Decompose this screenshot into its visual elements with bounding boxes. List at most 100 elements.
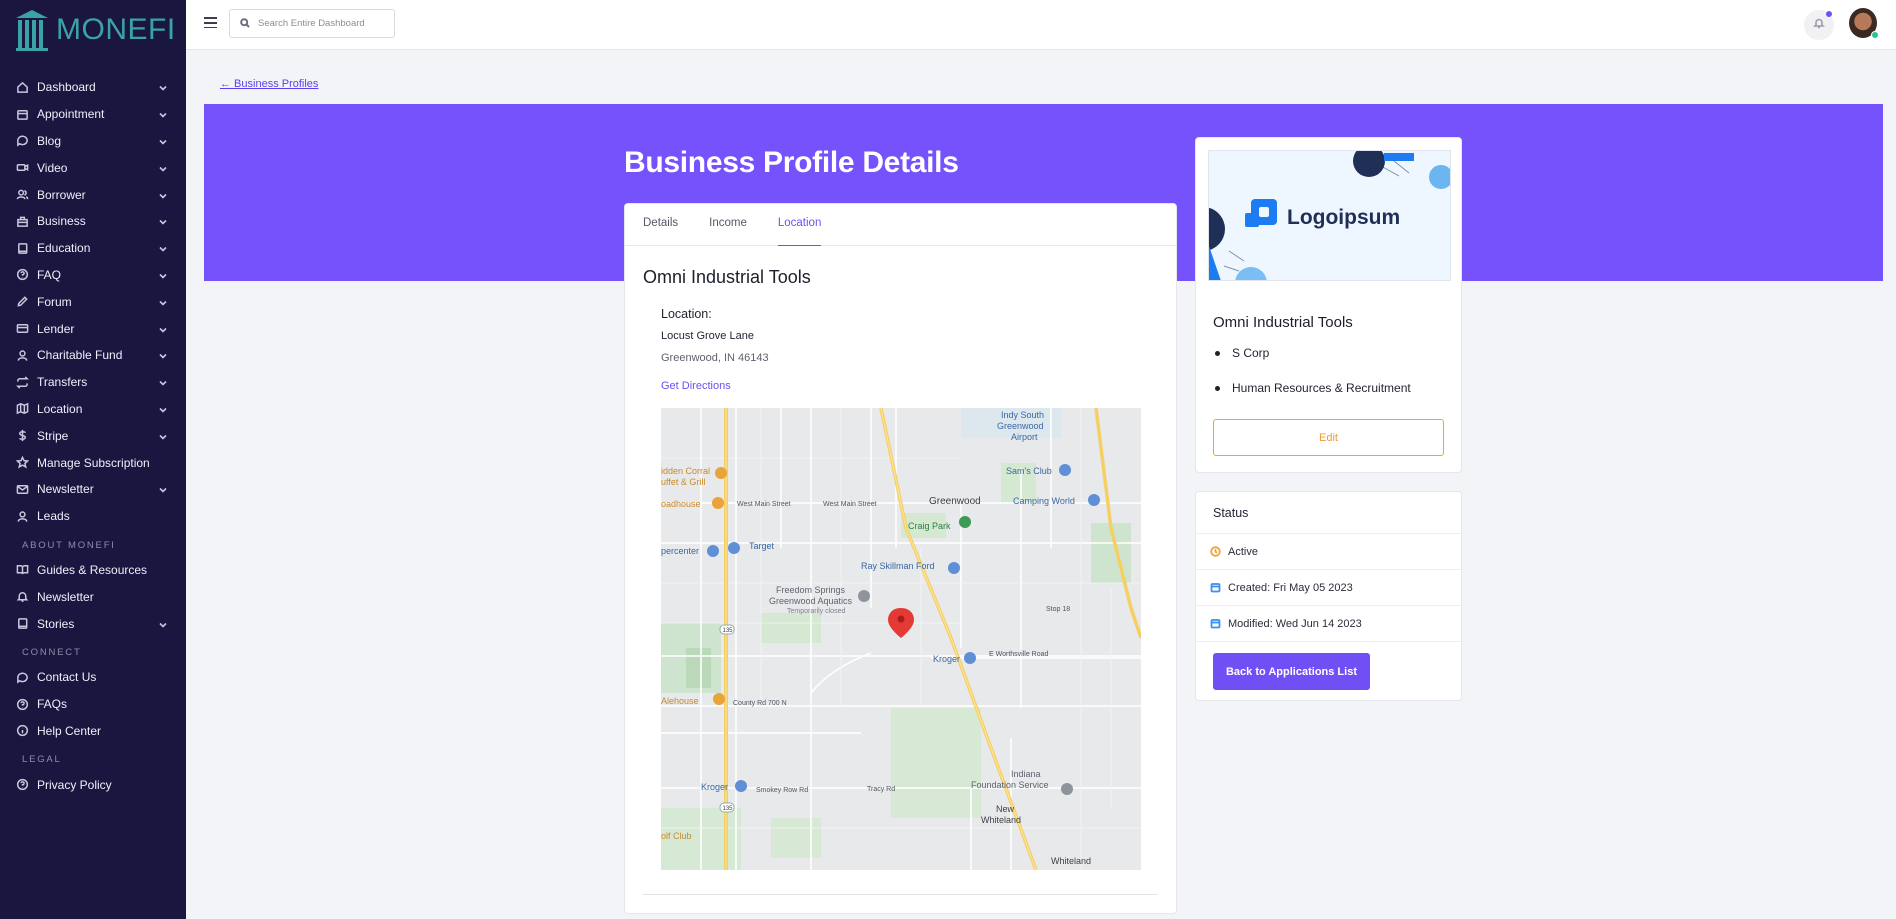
- menu-toggle-icon[interactable]: [204, 17, 217, 29]
- sidebar-item-label: Dashboard: [37, 80, 96, 95]
- modified-date-row: Modified: Wed Jun 14 2023: [1196, 606, 1461, 642]
- location-card: Details Income Location Omni Industrial …: [624, 203, 1177, 914]
- sidebar-item-contact-us[interactable]: Contact Us: [0, 664, 186, 691]
- sidebar-item-stories[interactable]: Stories: [0, 610, 186, 637]
- monefi-logo-icon: [14, 8, 50, 52]
- route-135-label: 135: [723, 628, 734, 634]
- svg-text:Craig Park: Craig Park: [908, 521, 951, 531]
- dollar-icon: [16, 429, 29, 442]
- chat-icon: [16, 134, 29, 148]
- chevron-down-icon: [158, 324, 168, 334]
- sidebar-item-manage-subscription[interactable]: Manage Subscription: [0, 449, 186, 476]
- sidebar-item-forum[interactable]: Forum: [0, 288, 186, 315]
- tab-income[interactable]: Income: [709, 204, 747, 245]
- svg-text:County Rd 700 N: County Rd 700 N: [733, 700, 787, 707]
- sidebar-item-leads[interactable]: Leads: [0, 503, 186, 530]
- sidebar-item-help-center[interactable]: Help Center: [0, 718, 186, 745]
- sidebar-item-business[interactable]: Business: [0, 208, 186, 235]
- svg-text:Alehouse: Alehouse: [661, 696, 699, 706]
- get-directions-link[interactable]: Get Directions: [661, 380, 731, 392]
- created-date: Created: Fri May 05 2023: [1228, 581, 1353, 594]
- sidebar-item-guides-resources[interactable]: Guides & Resources: [0, 557, 186, 584]
- svg-text:Foundation Service: Foundation Service: [971, 780, 1049, 790]
- sidebar-item-borrower[interactable]: Borrower: [0, 181, 186, 208]
- svg-text:Indiana: Indiana: [1011, 769, 1041, 779]
- location-map[interactable]: Indy South Greenwood Airport Sam's Club …: [661, 408, 1141, 870]
- svg-text:oadhouse: oadhouse: [661, 499, 701, 509]
- sidebar-item-location[interactable]: Location: [0, 396, 186, 423]
- sidebar-item-faq[interactable]: FAQ: [0, 262, 186, 289]
- sidebar-item-newsletter-about[interactable]: Newsletter: [0, 583, 186, 610]
- sidebar-item-appointment[interactable]: Appointment: [0, 101, 186, 128]
- users-icon: [16, 188, 29, 201]
- sidebar-item-label: Contact Us: [37, 670, 97, 685]
- info-icon: [16, 724, 29, 737]
- back-to-applications-button[interactable]: Back to Applications List: [1213, 653, 1370, 690]
- sidebar-item-lender[interactable]: Lender: [0, 315, 186, 342]
- svg-text:West Main Street: West Main Street: [737, 501, 791, 508]
- tab-details[interactable]: Details: [643, 204, 678, 245]
- chevron-down-icon: [158, 270, 168, 280]
- back-to-business-profiles-link[interactable]: ← Business Profiles: [220, 78, 318, 90]
- sidebar-item-label: Video: [37, 160, 68, 175]
- sidebar-item-privacy-policy[interactable]: Privacy Policy: [0, 771, 186, 798]
- bell-icon: [16, 590, 29, 603]
- sidebar-item-label: Newsletter: [37, 482, 94, 497]
- sidebar-section-legal: LEGAL: [22, 754, 62, 766]
- clock-icon: [1210, 546, 1221, 557]
- svg-text:Freedom Springs: Freedom Springs: [776, 585, 846, 595]
- sidebar-item-label: Charitable Fund: [37, 348, 123, 363]
- chevron-down-icon: [158, 431, 168, 441]
- search-box[interactable]: [229, 9, 395, 38]
- list-item: Human Resources & Recruitment: [1213, 381, 1411, 416]
- profile-business-name: Omni Industrial Tools: [1213, 314, 1353, 331]
- home-icon: [16, 81, 29, 94]
- notifications-button[interactable]: [1804, 10, 1834, 40]
- tab-location[interactable]: Location: [777, 204, 822, 246]
- avatar[interactable]: [1849, 8, 1879, 39]
- chevron-down-icon: [158, 377, 168, 387]
- location-label: Location:: [661, 307, 712, 321]
- sidebar-item-label: Stripe: [37, 428, 69, 443]
- sidebar-item-label: Guides & Resources: [37, 562, 148, 577]
- business-logo: Logoipsum: [1208, 150, 1451, 281]
- chevron-down-icon: [158, 190, 168, 200]
- sidebar-item-transfers[interactable]: Transfers: [0, 369, 186, 396]
- pencil-icon: [16, 295, 29, 308]
- bell-icon: [1813, 16, 1825, 34]
- svg-text:olf Club: olf Club: [661, 831, 692, 841]
- calendar-icon: [1210, 618, 1221, 629]
- sidebar-item-faqs[interactable]: FAQs: [0, 691, 186, 718]
- mail-icon: [16, 483, 29, 496]
- sidebar-item-charitable-fund[interactable]: Charitable Fund: [0, 342, 186, 369]
- status-active-row: Active: [1196, 534, 1461, 570]
- search-input[interactable]: [258, 18, 388, 29]
- svg-text:Greenwood: Greenwood: [929, 496, 981, 507]
- svg-text:Airport: Airport: [1011, 432, 1038, 442]
- status-value: Active: [1228, 545, 1258, 558]
- sidebar-item-blog[interactable]: Blog: [0, 128, 186, 155]
- chevron-down-icon: [158, 484, 168, 494]
- chevron-down-icon: [158, 404, 168, 414]
- sidebar-item-stripe[interactable]: Stripe: [0, 422, 186, 449]
- card-divider: [643, 894, 1158, 895]
- calendar-icon: [1210, 582, 1221, 593]
- brand-logo[interactable]: MONEFI: [0, 0, 186, 60]
- sidebar-item-education[interactable]: Education: [0, 235, 186, 262]
- sidebar-item-dashboard[interactable]: Dashboard: [0, 74, 186, 101]
- sidebar-item-video[interactable]: Video: [0, 154, 186, 181]
- svg-text:E Worthsville Road: E Worthsville Road: [989, 651, 1049, 658]
- edit-button[interactable]: Edit: [1213, 419, 1444, 456]
- svg-text:New: New: [996, 804, 1015, 814]
- sidebar-item-label: Privacy Policy: [37, 777, 112, 792]
- sidebar-item-label: Appointment: [37, 107, 105, 122]
- sidebar-item-label: Education: [37, 241, 91, 256]
- user-icon: [16, 510, 29, 523]
- sidebar-item-label: Transfers: [37, 375, 88, 390]
- sidebar-item-newsletter[interactable]: Newsletter: [0, 476, 186, 503]
- svg-text:Whiteland: Whiteland: [981, 815, 1021, 825]
- search-icon: [240, 15, 250, 33]
- chevron-down-icon: [158, 109, 168, 119]
- building-icon: [16, 215, 29, 228]
- notification-dot: [1826, 11, 1832, 17]
